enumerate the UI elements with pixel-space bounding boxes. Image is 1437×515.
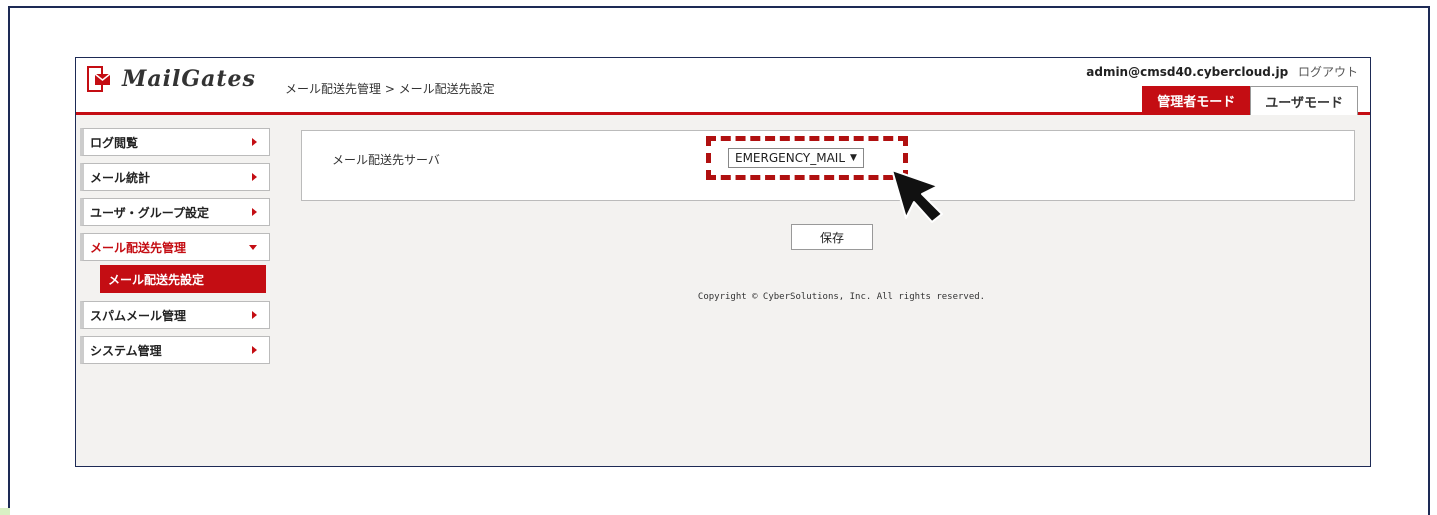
app-window: MailGates メール配送先管理 > メール配送先設定 admin@cmsd… (75, 57, 1371, 467)
user-area: admin@cmsd40.cybercloud.jp ログアウト (1086, 63, 1358, 80)
user-email: admin@cmsd40.cybercloud.jp (1086, 65, 1289, 79)
sidebar-item-label: ユーザ・グループ設定 (90, 205, 210, 220)
arrow-right-icon (252, 138, 257, 146)
sidebar-subitem-delivery-settings[interactable]: メール配送先設定 (100, 265, 266, 293)
highlight-annotation (706, 136, 908, 180)
header: MailGates メール配送先管理 > メール配送先設定 admin@cmsd… (76, 58, 1370, 115)
sidebar-item-spam-management[interactable]: スパムメール管理 (80, 301, 270, 329)
sidebar-item-label: メール統計 (90, 170, 151, 185)
sidebar: ログ閲覧 メール統計 ユーザ・グループ設定 メール配送先管理 メール配送先設定 … (80, 128, 270, 371)
copyright-text: Copyright © CyberSolutions, Inc. All rig… (697, 292, 986, 302)
arrow-right-icon (252, 311, 257, 319)
tab-user-mode[interactable]: ユーザモード (1250, 86, 1358, 115)
sidebar-item-mail-stats[interactable]: メール統計 (80, 163, 270, 191)
logo: MailGates (86, 66, 256, 92)
arrow-right-icon (252, 208, 257, 216)
sidebar-item-label: ログ閲覧 (90, 135, 139, 150)
mouse-cursor-icon (888, 166, 946, 230)
sidebar-item-label: システム管理 (90, 343, 162, 358)
arrow-down-icon (249, 244, 257, 250)
save-button[interactable]: 保存 (791, 224, 873, 250)
corner-decoration (0, 508, 10, 515)
delivery-server-label: メール配送先サーバ (332, 153, 440, 167)
mode-tabs: 管理者モード ユーザモード (1142, 86, 1358, 115)
sidebar-item-label: メール配送先管理 (90, 240, 187, 255)
logout-link[interactable]: ログアウト (1298, 65, 1358, 79)
arrow-right-icon (252, 346, 257, 354)
mailgates-logo-icon (86, 66, 112, 92)
sidebar-item-delivery-management[interactable]: メール配送先管理 (80, 233, 270, 261)
sidebar-item-system-management[interactable]: システム管理 (80, 336, 270, 364)
tab-admin-mode[interactable]: 管理者モード (1142, 86, 1251, 115)
arrow-right-icon (252, 173, 257, 181)
sidebar-item-log-view[interactable]: ログ閲覧 (80, 128, 270, 156)
sidebar-item-label: スパムメール管理 (90, 308, 187, 323)
logo-text: MailGates (122, 66, 256, 92)
sidebar-item-user-group-settings[interactable]: ユーザ・グループ設定 (80, 198, 270, 226)
breadcrumb: メール配送先管理 > メール配送先設定 (285, 82, 495, 96)
